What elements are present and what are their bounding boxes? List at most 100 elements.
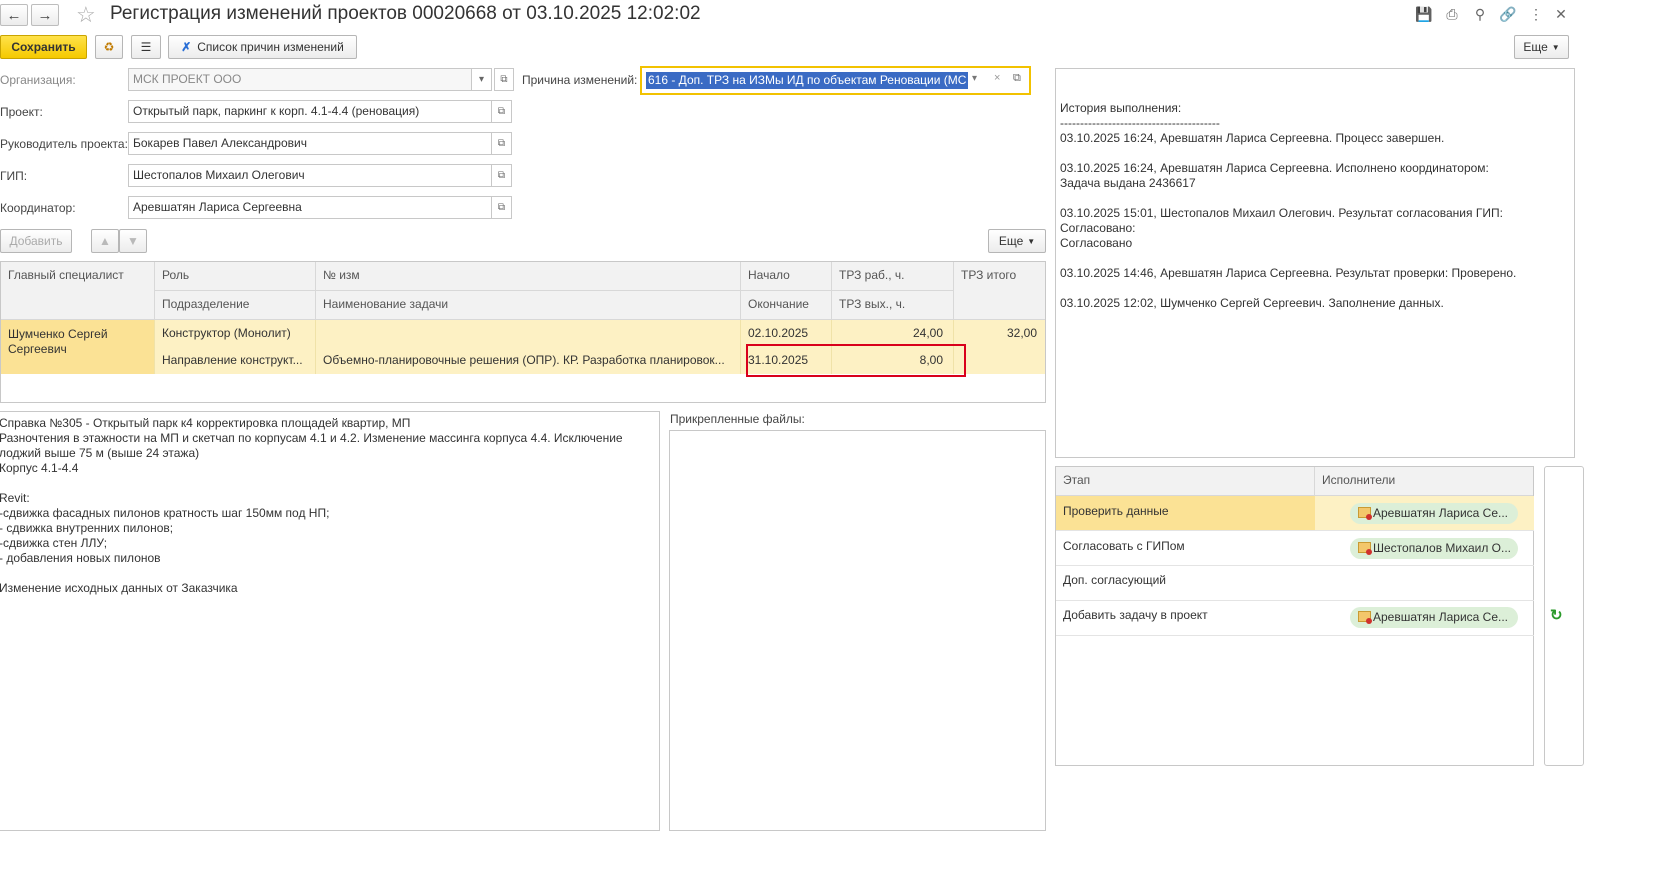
page-title: Регистрация изменений проектов 00020668 … xyxy=(110,3,701,24)
cell-trz-total[interactable]: 32,00 xyxy=(954,320,1045,347)
cell-change-no[interactable] xyxy=(316,320,741,347)
more-vertical-icon[interactable]: ⋮ xyxy=(1527,5,1545,23)
organization-field[interactable]: МСК ПРОЕКТ ООО xyxy=(128,68,472,91)
close-icon[interactable]: ✕ xyxy=(1552,5,1570,23)
description-textarea[interactable]: Справка №305 - Открытый парк к4 корректи… xyxy=(0,411,660,831)
chevron-down-icon: ▼ xyxy=(1551,42,1560,52)
more-button[interactable]: Еще ▼ xyxy=(1514,35,1569,59)
executor-name: Шестопалов Михаил О... xyxy=(1373,541,1512,555)
header-role[interactable]: Роль xyxy=(155,262,316,291)
move-up-button[interactable]: ▲ xyxy=(91,229,119,253)
project-manager-open[interactable]: ⧉ xyxy=(492,132,512,155)
print-icon[interactable]: ⎙ xyxy=(1443,5,1461,23)
coordinator-field[interactable]: Аревшатян Лариса Сергеевна xyxy=(128,196,492,219)
reason-field[interactable]: 616 - Доп. ТРЗ на ИЗМы ИД по объектам Ре… xyxy=(640,66,1031,95)
forward-button[interactable]: → xyxy=(31,4,59,26)
header-main-specialist[interactable]: Главный специалист xyxy=(1,262,155,320)
reason-value: 616 - Доп. ТРЗ на ИЗМы ИД по объектам Ре… xyxy=(646,72,968,89)
open-icon: ⧉ xyxy=(497,202,506,213)
favorite-star-icon[interactable]: ☆ xyxy=(76,2,96,28)
cell-main-specialist[interactable]: Шумченко Сергей Сергеевич xyxy=(1,320,155,374)
refresh-icon[interactable]: ↻ xyxy=(1550,606,1563,624)
cell-role[interactable]: Конструктор (Монолит) xyxy=(155,320,316,347)
history-text: История выполнения: --------------------… xyxy=(1060,101,1517,310)
executor-name: Аревшатян Лариса Се... xyxy=(1373,506,1508,520)
header-stage[interactable]: Этап xyxy=(1056,467,1315,496)
table-more-button[interactable]: Еще ▼ xyxy=(988,229,1046,253)
save-button[interactable]: Сохранить xyxy=(0,35,87,59)
move-down-button[interactable]: ▼ xyxy=(119,229,147,253)
cell-start[interactable]: 02.10.2025 xyxy=(741,320,832,347)
structure-button[interactable]: ♻ xyxy=(95,35,123,59)
highlight-box xyxy=(746,344,966,377)
save-icon[interactable]: 💾 xyxy=(1415,5,1433,23)
envelope-icon xyxy=(1358,542,1372,555)
header-task-name[interactable]: Наименование задачи xyxy=(316,291,741,320)
reasons-list-button[interactable]: ✗ Список причин изменений xyxy=(168,35,357,59)
link-icon[interactable]: 🔗 xyxy=(1499,5,1517,23)
header-change-no[interactable]: № изм xyxy=(316,262,741,291)
arrow-left-icon: ← xyxy=(6,6,22,24)
open-icon: ⧉ xyxy=(500,74,508,85)
stage-name: Согласовать с ГИПом xyxy=(1063,539,1185,553)
arrow-up-icon: ▲ xyxy=(99,234,111,248)
header-trz-total[interactable]: ТРЗ итого xyxy=(954,262,1045,320)
project-manager-label: Руководитель проекта: xyxy=(0,137,128,151)
executor-badge[interactable]: Шестопалов Михаил О... xyxy=(1350,538,1518,559)
executor-badge[interactable]: Аревшатян Лариса Се... xyxy=(1350,607,1518,628)
header-department[interactable]: Подразделение xyxy=(155,291,316,320)
arrow-right-icon: → xyxy=(37,6,53,24)
executor-name: Аревшатян Лариса Се... xyxy=(1373,610,1508,624)
more-label: Еще xyxy=(1523,40,1548,54)
organization-dropdown[interactable]: ▾ xyxy=(472,68,492,91)
reason-label: Причина изменений: xyxy=(522,73,638,87)
hierarchy-icon: ♻ xyxy=(103,40,115,54)
cross-arrows-icon: ✗ xyxy=(181,40,192,54)
organization-label: Организация: xyxy=(0,73,76,87)
organization-open[interactable]: ⧉ xyxy=(494,68,514,91)
project-field[interactable]: Открытый парк, паркинг к корп. 4.1-4.4 (… xyxy=(128,100,492,123)
gip-field[interactable]: Шестопалов Михаил Олегович xyxy=(128,164,492,187)
description-text: Справка №305 - Открытый парк к4 корректи… xyxy=(0,416,623,595)
attachments-list[interactable] xyxy=(669,430,1046,831)
stage-name: Доп. согласующий xyxy=(1063,573,1166,587)
project-open[interactable]: ⧉ xyxy=(492,100,512,123)
header-start[interactable]: Начало xyxy=(741,262,832,291)
header-trz-work[interactable]: ТРЗ раб., ч. xyxy=(832,262,954,291)
list-icon: ☰ xyxy=(140,40,152,54)
cell-department[interactable]: Направление конструкт... xyxy=(155,347,316,374)
coordinator-open[interactable]: ⧉ xyxy=(492,196,512,219)
arrow-down-icon: ▼ xyxy=(127,234,139,248)
attachments-label: Прикрепленные файлы: xyxy=(670,412,805,426)
clear-icon[interactable]: × xyxy=(994,72,1000,84)
stage-row[interactable]: Доп. согласующий xyxy=(1056,566,1534,601)
gip-open[interactable]: ⧉ xyxy=(492,164,512,187)
executor-badge[interactable]: Аревшатян Лариса Се... xyxy=(1350,503,1518,524)
envelope-icon xyxy=(1358,611,1372,624)
coordinator-label: Координатор: xyxy=(0,201,76,215)
history-panel: История выполнения: --------------------… xyxy=(1055,68,1575,458)
project-label: Проект: xyxy=(0,105,43,119)
gip-label: ГИП: xyxy=(0,169,28,183)
cell-trz-work[interactable]: 24,00 xyxy=(832,320,954,347)
chevron-down-icon[interactable]: ▾ xyxy=(972,73,977,84)
add-row-button[interactable]: Добавить xyxy=(0,229,72,253)
stage-name: Проверить данные xyxy=(1063,504,1169,518)
envelope-icon xyxy=(1358,507,1372,520)
search-icon[interactable]: ⚲ xyxy=(1471,5,1489,23)
open-icon: ⧉ xyxy=(497,138,506,149)
back-button[interactable]: ← xyxy=(0,4,28,26)
project-manager-field[interactable]: Бокарев Павел Александрович xyxy=(128,132,492,155)
open-icon[interactable]: ⧉ xyxy=(1013,72,1021,85)
cell-task-name[interactable]: Объемно-планировочные решения (ОПР). КР.… xyxy=(316,347,741,374)
header-executors[interactable]: Исполнители xyxy=(1315,467,1533,496)
header-trz-weekend[interactable]: ТРЗ вых., ч. xyxy=(832,291,954,320)
header-end[interactable]: Окончание xyxy=(741,291,832,320)
chevron-down-icon: ▼ xyxy=(1027,236,1036,246)
reasons-list-label: Список причин изменений xyxy=(197,40,344,54)
open-icon: ⧉ xyxy=(497,170,506,181)
table-more-label: Еще xyxy=(998,234,1024,248)
chevron-down-icon: ▾ xyxy=(478,74,485,85)
open-icon: ⧉ xyxy=(497,106,506,117)
report-button[interactable]: ☰ xyxy=(131,35,161,59)
